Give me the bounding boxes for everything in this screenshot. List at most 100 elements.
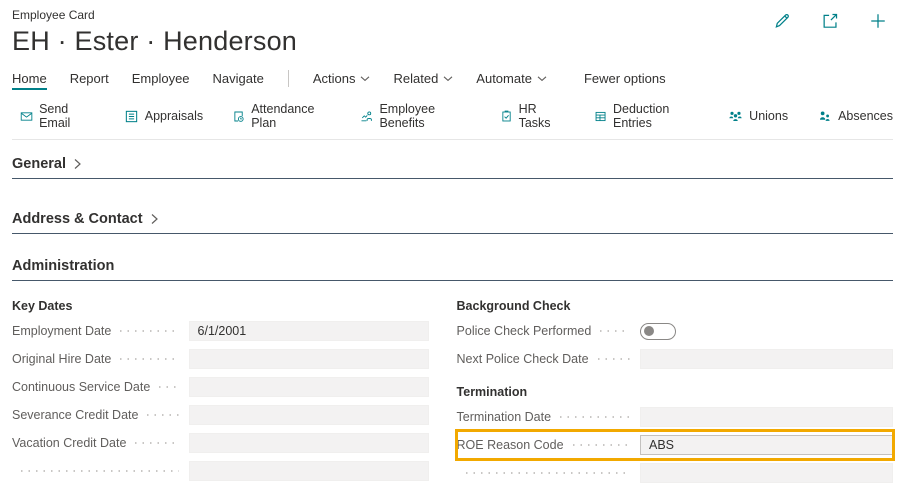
page-title-block: Employee Card EH · Ester · Henderson	[12, 8, 297, 57]
right-column: Background Check Police Check Performed …	[454, 295, 896, 487]
field-severance-credit-date: Severance Credit Date	[12, 401, 429, 429]
tab-navigate[interactable]: Navigate	[213, 71, 264, 90]
clipped-input[interactable]	[188, 461, 429, 481]
hr-tasks-label: HR Tasks	[518, 102, 551, 130]
clipped-input[interactable]	[640, 463, 893, 483]
tab-employee[interactable]: Employee	[132, 71, 190, 90]
menu-separator	[287, 70, 289, 87]
menu-actions[interactable]: Actions	[313, 71, 371, 90]
tab-navigate-label: Navigate	[212, 70, 264, 86]
police-check-toggle[interactable]	[640, 322, 676, 340]
send-email-icon	[20, 111, 33, 121]
dotted-leader	[465, 472, 630, 474]
section-address-contact[interactable]: Address & Contact	[12, 211, 893, 234]
employee-benefits-button[interactable]: Employee Benefits	[360, 102, 470, 130]
field-clipped	[457, 459, 893, 487]
chevron-right-icon	[151, 214, 158, 224]
section-administration[interactable]: Administration	[12, 258, 893, 281]
employee-benefits-label: Employee Benefits	[379, 102, 436, 130]
page-actions	[773, 12, 887, 30]
field-label: Severance Credit Date	[12, 408, 139, 422]
field-clipped	[12, 457, 429, 485]
menu-related-label: Related	[393, 70, 439, 86]
field-roe-reason-code: ROE Reason Code ABS	[454, 429, 896, 461]
field-label: ROE Reason Code	[456, 438, 564, 452]
appraisals-icon	[125, 110, 137, 122]
section-general[interactable]: General	[12, 156, 893, 179]
field-label: Continuous Service Date	[12, 380, 151, 394]
chevron-down-icon	[537, 75, 547, 81]
tab-report-label: Report	[69, 70, 109, 86]
dotted-leader	[120, 330, 179, 332]
roe-reason-code-input[interactable]: ABS	[640, 435, 893, 455]
absences-label: Absences	[838, 109, 893, 123]
key-dates-title: Key Dates	[12, 299, 73, 313]
field-police-check-performed: Police Check Performed	[457, 317, 893, 345]
menu-automate[interactable]: Automate	[476, 71, 547, 90]
unions-button[interactable]: Unions	[728, 109, 788, 124]
background-check-title: Background Check	[456, 299, 571, 313]
vacation-credit-date-input[interactable]	[188, 433, 429, 453]
dotted-leader	[147, 414, 179, 416]
attendance-plan-label: Attendance Plan	[251, 102, 315, 130]
toggle-knob	[644, 326, 654, 336]
appraisals-label: Appraisals	[144, 109, 204, 123]
hr-tasks-button[interactable]: HR Tasks	[500, 102, 565, 130]
field-label: Next Police Check Date	[456, 352, 589, 366]
employee-benefits-icon	[361, 110, 373, 121]
field-label: Employment Date	[12, 324, 112, 338]
add-icon[interactable]	[869, 12, 887, 30]
dotted-leader	[135, 442, 179, 444]
field-label: Police Check Performed	[456, 324, 592, 338]
field-termination-date: Termination Date	[457, 403, 893, 431]
edit-icon[interactable]	[773, 12, 791, 30]
field-label: Vacation Credit Date	[12, 436, 127, 450]
absences-button[interactable]: Absences	[817, 109, 893, 124]
tab-home-label: Home	[12, 70, 47, 86]
field-next-police-check-date: Next Police Check Date	[457, 345, 893, 373]
page-header: Employee Card EH · Ester · Henderson	[12, 8, 893, 57]
share-icon[interactable]	[821, 12, 839, 30]
severance-credit-date-input[interactable]	[188, 405, 429, 425]
dotted-leader	[560, 416, 630, 418]
field-vacation-credit-date: Vacation Credit Date	[12, 429, 429, 457]
send-email-label: Send Email	[39, 102, 71, 130]
deduction-entries-icon	[595, 111, 606, 121]
police-check-toggle-wrap	[640, 322, 893, 340]
fewer-options-label: Fewer options	[583, 70, 666, 86]
menu-actions-label: Actions	[312, 70, 356, 86]
menu-related[interactable]: Related	[393, 71, 453, 90]
field-original-hire-date: Original Hire Date	[12, 345, 429, 373]
tab-home[interactable]: Home	[12, 71, 47, 90]
key-dates-group: Key Dates Employment Date 6/1/2001 Origi…	[12, 295, 429, 487]
administration-content: Key Dates Employment Date 6/1/2001 Origi…	[12, 295, 896, 487]
dotted-leader	[159, 386, 179, 388]
unions-label: Unions	[749, 109, 789, 123]
menu-automate-label: Automate	[476, 70, 532, 86]
appraisals-button[interactable]: Appraisals	[124, 109, 203, 124]
dotted-leader	[21, 470, 179, 472]
termination-title: Termination	[456, 385, 528, 399]
send-email-button[interactable]: Send Email	[20, 102, 95, 130]
tab-report[interactable]: Report	[70, 71, 109, 90]
employment-date-input[interactable]: 6/1/2001	[188, 321, 429, 341]
chevron-down-icon	[443, 75, 453, 81]
absences-icon	[820, 110, 830, 121]
deduction-entries-button[interactable]: Deduction Entries	[594, 102, 699, 130]
employee-card-page: Employee Card EH · Ester · Henderson Hom…	[0, 0, 900, 483]
attendance-plan-button[interactable]: Attendance Plan	[232, 102, 331, 130]
dotted-leader	[597, 358, 630, 360]
field-employment-date: Employment Date 6/1/2001	[12, 317, 429, 345]
dotted-leader	[120, 358, 179, 360]
termination-date-input[interactable]	[640, 407, 893, 427]
fewer-options-button[interactable]: Fewer options	[584, 71, 666, 90]
page-caption: Employee Card	[12, 8, 95, 22]
deduction-entries-label: Deduction Entries	[612, 102, 670, 130]
action-bar: Send Email Appraisals Attendance Plan Em…	[12, 100, 893, 140]
original-hire-date-input[interactable]	[188, 349, 429, 369]
field-label: Termination Date	[456, 410, 552, 424]
tab-employee-label: Employee	[131, 70, 190, 86]
continuous-service-date-input[interactable]	[188, 377, 429, 397]
next-police-check-date-input[interactable]	[640, 349, 893, 369]
field-continuous-service-date: Continuous Service Date	[12, 373, 429, 401]
